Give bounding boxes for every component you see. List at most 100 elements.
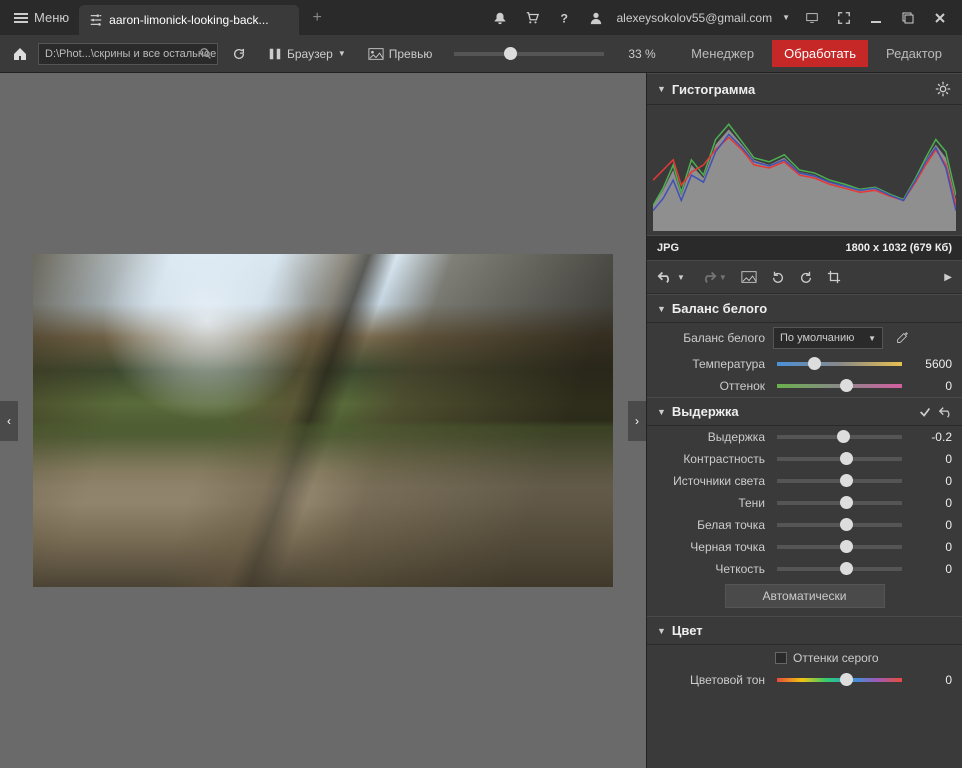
monitor-icon[interactable] bbox=[798, 4, 826, 32]
preview-label: Превью bbox=[389, 47, 433, 61]
tab-title: aaron-limonick-looking-back... bbox=[109, 13, 268, 27]
hue-label: Цветовой тон bbox=[657, 673, 765, 687]
clarity-slider[interactable] bbox=[777, 567, 902, 571]
chevron-down-icon: ▼ bbox=[657, 304, 666, 314]
zoom-percent: 33 % bbox=[618, 47, 665, 61]
refresh-button[interactable] bbox=[224, 43, 254, 65]
search-icon[interactable] bbox=[199, 47, 213, 61]
panel-header-wb[interactable]: ▼ Баланс белого bbox=[647, 294, 962, 323]
blacks-row: Черная точка 0 bbox=[647, 536, 962, 558]
user-email[interactable]: alexeysokolov55@gmail.com bbox=[614, 11, 774, 25]
browser-label: Браузер bbox=[287, 47, 333, 61]
exposure-value[interactable]: -0.2 bbox=[914, 430, 952, 444]
auto-exposure-button[interactable]: Автоматически bbox=[725, 584, 885, 608]
file-format: JPG bbox=[657, 242, 679, 254]
prev-image-button[interactable]: ‹ bbox=[0, 401, 18, 441]
histogram-title: Гистограмма bbox=[672, 82, 755, 97]
redo-button[interactable]: ▼ bbox=[699, 269, 727, 285]
help-icon[interactable]: ? bbox=[550, 4, 578, 32]
temperature-value[interactable]: 5600 bbox=[914, 357, 952, 371]
canvas-area[interactable]: ‹ › bbox=[0, 73, 646, 768]
highlights-slider[interactable] bbox=[777, 479, 902, 483]
panel-header-color[interactable]: ▼ Цвет bbox=[647, 616, 962, 645]
cart-icon[interactable] bbox=[518, 4, 546, 32]
whites-label: Белая точка bbox=[657, 518, 765, 532]
highlights-value[interactable]: 0 bbox=[914, 474, 952, 488]
toolbar: D:\Phot...\скрины и все остальное Браузе… bbox=[0, 35, 962, 73]
compare-button[interactable] bbox=[741, 270, 757, 284]
wb-preset-value: По умолчанию bbox=[780, 332, 854, 344]
shadows-row: Тени 0 bbox=[647, 492, 962, 514]
grayscale-checkbox[interactable] bbox=[775, 652, 787, 664]
new-tab-button[interactable]: + bbox=[309, 5, 326, 31]
wb-preset-dropdown[interactable]: По умолчанию ▼ bbox=[773, 327, 883, 349]
chevron-down-icon: ▼ bbox=[657, 84, 666, 94]
histogram-chart bbox=[647, 105, 962, 235]
notifications-icon[interactable] bbox=[486, 4, 514, 32]
blacks-label: Черная точка bbox=[657, 540, 765, 554]
contrast-slider[interactable] bbox=[777, 457, 902, 461]
exposure-row: Выдержка -0.2 bbox=[647, 426, 962, 448]
temperature-slider[interactable] bbox=[777, 362, 902, 366]
quick-tools-row: ▼ ▼ ▶ bbox=[647, 260, 962, 294]
tint-slider[interactable] bbox=[777, 384, 902, 388]
shadows-slider[interactable] bbox=[777, 501, 902, 505]
hue-slider[interactable] bbox=[777, 678, 902, 682]
panel-header-exposure[interactable]: ▼ Выдержка bbox=[647, 397, 962, 426]
eyedropper-button[interactable] bbox=[895, 331, 909, 345]
fullscreen-icon[interactable] bbox=[830, 4, 858, 32]
mode-develop-button[interactable]: Обработать bbox=[772, 40, 868, 67]
contrast-value[interactable]: 0 bbox=[914, 452, 952, 466]
undo-button[interactable]: ▼ bbox=[657, 269, 685, 285]
grayscale-label: Оттенки серого bbox=[793, 651, 879, 665]
home-button[interactable] bbox=[8, 42, 32, 66]
titlebar: Меню aaron-limonick-looking-back... + ? … bbox=[0, 0, 962, 35]
panel-header-histogram[interactable]: ▼ Гистограмма bbox=[647, 73, 962, 105]
tint-label: Оттенок bbox=[657, 379, 765, 393]
hue-value[interactable]: 0 bbox=[914, 673, 952, 687]
next-image-button[interactable]: › bbox=[628, 401, 646, 441]
whites-value[interactable]: 0 bbox=[914, 518, 952, 532]
rotate-right-button[interactable] bbox=[799, 270, 813, 284]
rotate-left-button[interactable] bbox=[771, 270, 785, 284]
chevron-down-icon: ▼ bbox=[778, 13, 794, 22]
tint-row: Оттенок 0 bbox=[647, 375, 962, 397]
exposure-title: Выдержка bbox=[672, 404, 739, 419]
svg-text:?: ? bbox=[561, 11, 568, 25]
reset-icon[interactable] bbox=[938, 405, 952, 419]
document-tab[interactable]: aaron-limonick-looking-back... bbox=[79, 5, 298, 35]
mode-editor-button[interactable]: Редактор bbox=[874, 40, 954, 67]
chevron-down-icon: ▼ bbox=[657, 407, 666, 417]
browser-button[interactable]: Браузер ▼ bbox=[260, 43, 354, 65]
gear-icon[interactable] bbox=[934, 80, 952, 98]
wb-preset-label: Баланс белого bbox=[657, 331, 765, 345]
maximize-button[interactable] bbox=[894, 4, 922, 32]
tint-value[interactable]: 0 bbox=[914, 379, 952, 393]
main-menu-button[interactable]: Меню bbox=[4, 4, 79, 31]
shadows-label: Тени bbox=[657, 496, 765, 510]
user-icon[interactable] bbox=[582, 4, 610, 32]
path-input[interactable]: D:\Phot...\скрины и все остальное bbox=[38, 43, 218, 65]
minimize-button[interactable] bbox=[862, 4, 890, 32]
exposure-slider[interactable] bbox=[777, 435, 902, 439]
zoom-slider[interactable] bbox=[454, 52, 604, 56]
right-sidebar: ▼ Гистограмма JPG 1800 x 1032 (679 Кб) ▼… bbox=[646, 73, 962, 768]
more-tools-button[interactable]: ▶ bbox=[944, 272, 952, 283]
close-button[interactable] bbox=[926, 4, 954, 32]
path-text: D:\Phot...\скрины и все остальное bbox=[45, 48, 216, 60]
mode-manager-button[interactable]: Менеджер bbox=[679, 40, 766, 67]
crop-button[interactable] bbox=[827, 270, 841, 284]
wb-preset-row: Баланс белого По умолчанию ▼ bbox=[647, 323, 962, 353]
whites-row: Белая точка 0 bbox=[647, 514, 962, 536]
temperature-label: Температура bbox=[657, 357, 765, 371]
whites-slider[interactable] bbox=[777, 523, 902, 527]
clarity-value[interactable]: 0 bbox=[914, 562, 952, 576]
preview-button[interactable]: Превью bbox=[360, 43, 441, 65]
chevron-down-icon: ▼ bbox=[657, 626, 666, 636]
chevron-down-icon: ▼ bbox=[868, 334, 876, 343]
blacks-value[interactable]: 0 bbox=[914, 540, 952, 554]
clarity-row: Четкость 0 bbox=[647, 558, 962, 580]
shadows-value[interactable]: 0 bbox=[914, 496, 952, 510]
check-icon[interactable] bbox=[918, 405, 932, 419]
blacks-slider[interactable] bbox=[777, 545, 902, 549]
